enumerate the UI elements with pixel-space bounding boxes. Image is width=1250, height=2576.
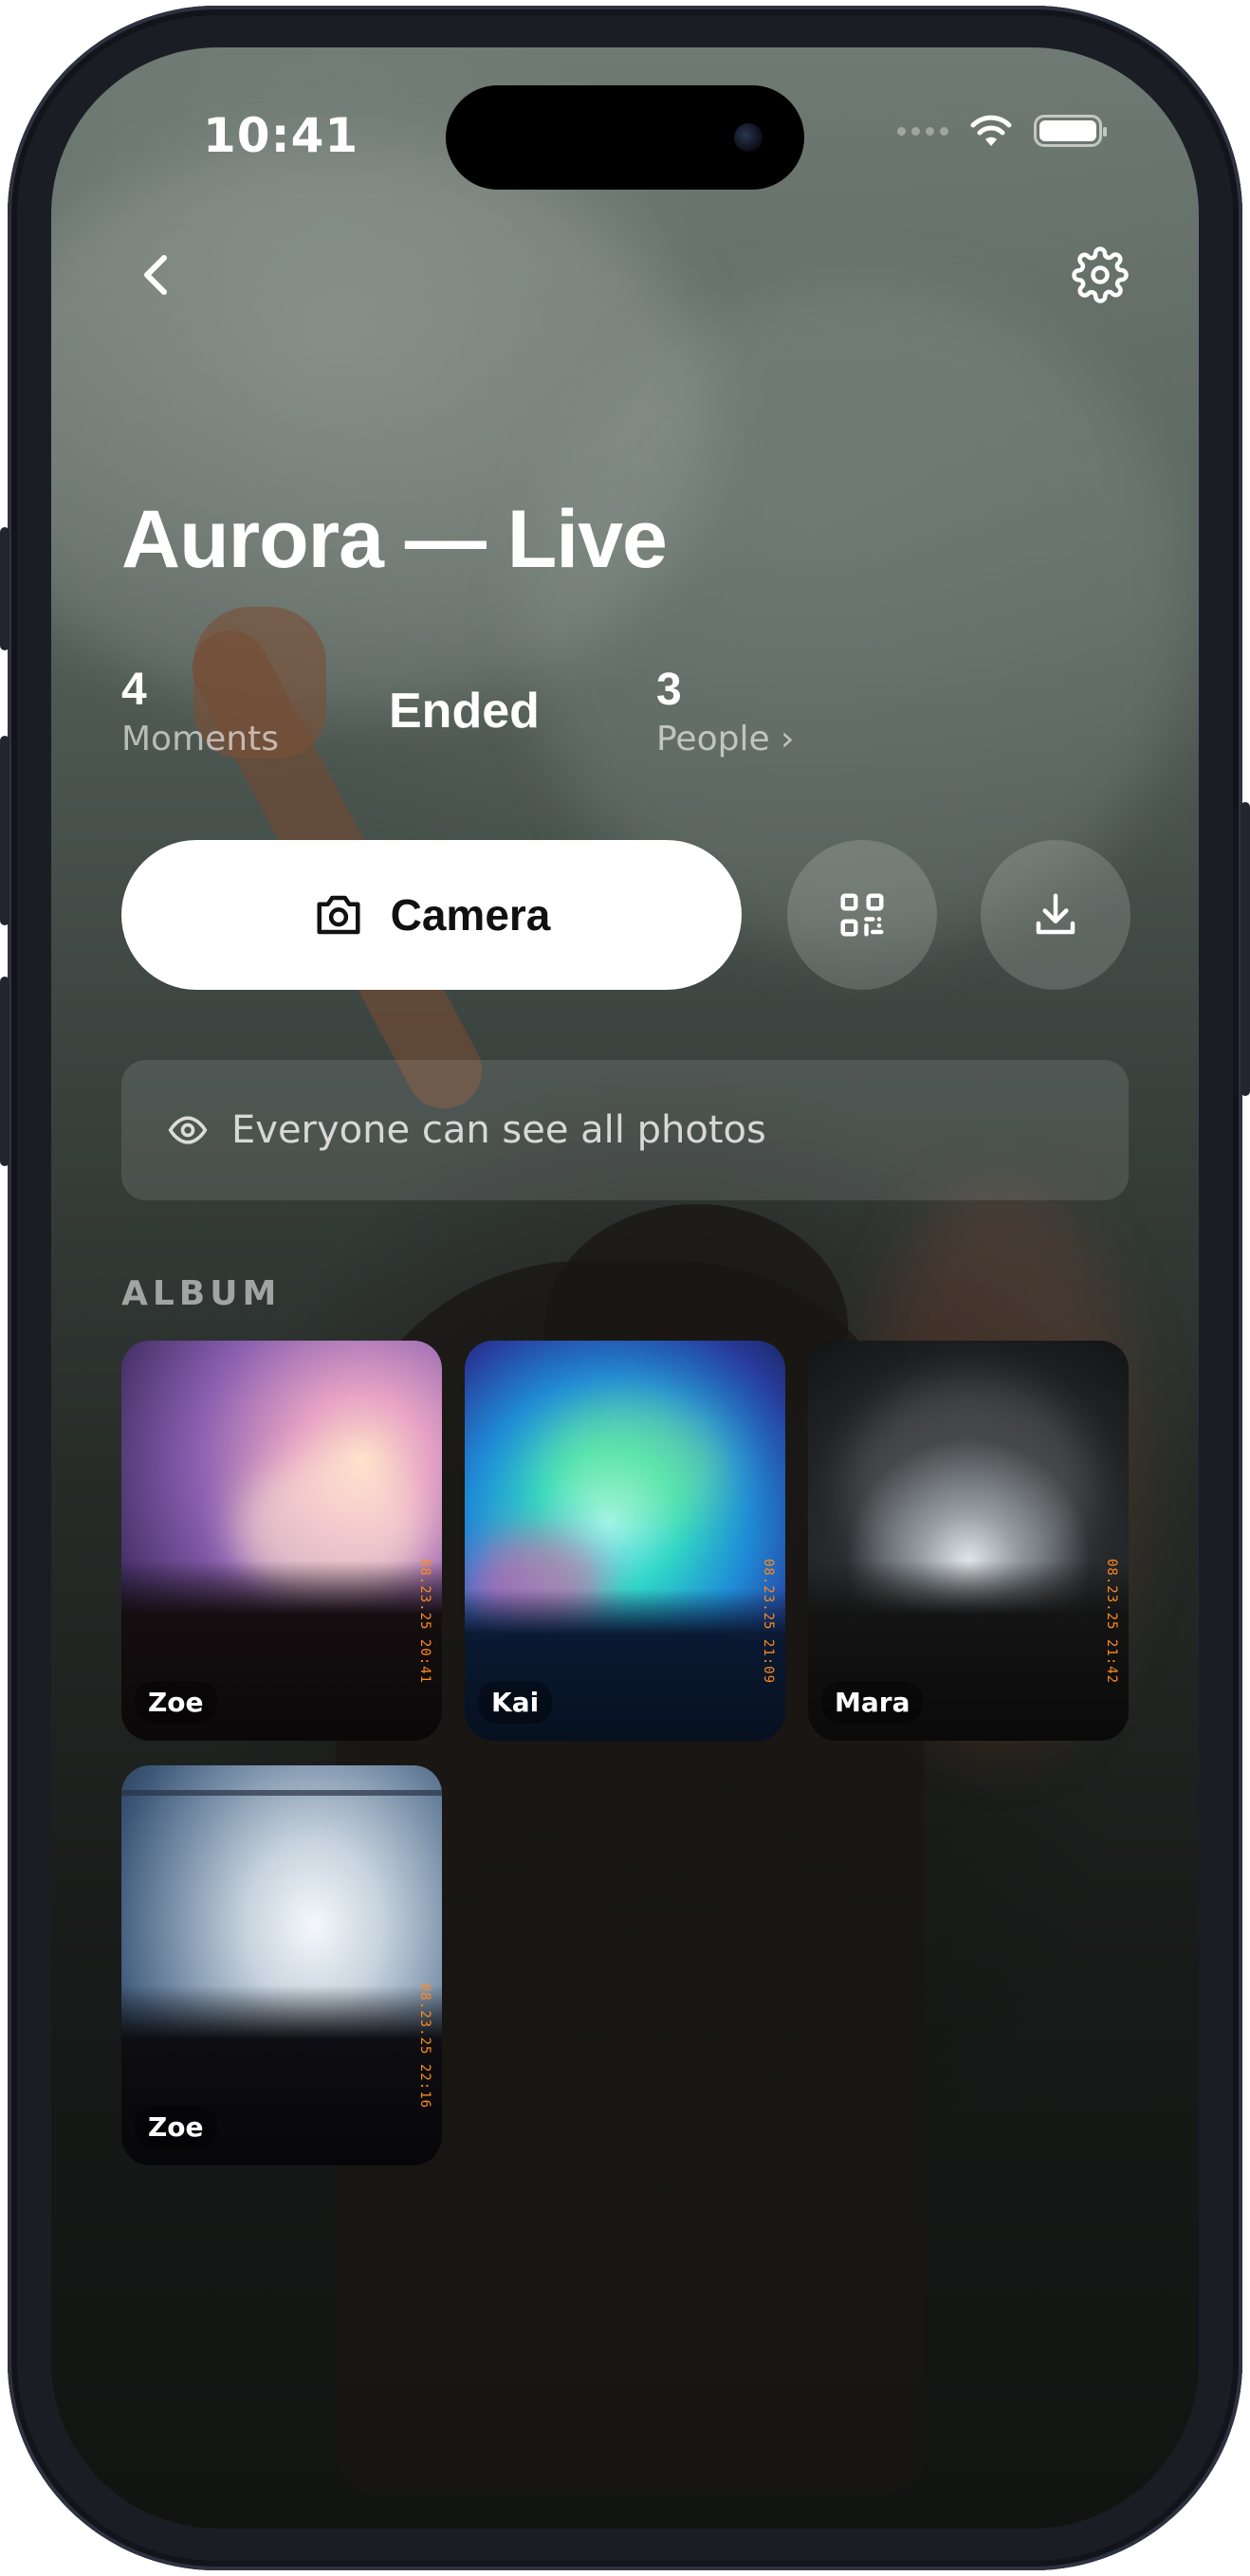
event-status: Ended xyxy=(389,684,540,739)
album-photo[interactable]: 08.23.25 21:09 Kai xyxy=(465,1341,785,1741)
photo-timestamp: 08.23.25 22:16 xyxy=(417,1982,432,2109)
photo-timestamp: 08.23.25 21:09 xyxy=(761,1558,776,1684)
cellular-signal-icon xyxy=(897,126,948,136)
photo-author: Mara xyxy=(821,1681,924,1724)
moments-label: Moments xyxy=(121,720,279,758)
status-time: 10:41 xyxy=(203,108,359,163)
lighting-truss xyxy=(121,1790,442,1796)
photo-timestamp: 08.23.25 20:41 xyxy=(417,1558,432,1684)
eye-icon xyxy=(168,1116,208,1144)
moments-stat: 4 Moments xyxy=(121,664,279,758)
download-button[interactable] xyxy=(981,840,1131,990)
photo-author: Zoe xyxy=(135,1681,217,1724)
photo-author: Zoe xyxy=(135,2106,217,2148)
camera-label: Camera xyxy=(390,890,551,940)
screen: 10:41 Aurora — Live 4 Moments Ended 3 Pe… xyxy=(51,47,1199,2529)
people-count: 3 xyxy=(656,665,682,715)
qr-code-button[interactable] xyxy=(787,840,937,990)
dynamic-island xyxy=(446,85,804,190)
camera-icon xyxy=(317,895,360,935)
event-title: Aurora — Live xyxy=(121,494,668,585)
qr-code-icon xyxy=(840,893,884,937)
front-camera xyxy=(734,123,763,152)
people-stat[interactable]: 3 People › xyxy=(656,664,794,758)
camera-button[interactable]: Camera xyxy=(121,840,742,990)
confetti-haze xyxy=(846,1379,1093,1587)
volume-down-button xyxy=(0,977,9,1166)
stage-light xyxy=(541,1398,730,1530)
album-photo[interactable]: 08.23.25 21:42 Mara xyxy=(808,1341,1129,1741)
download-icon xyxy=(1036,893,1075,935)
action-button xyxy=(0,527,9,650)
album-photo[interactable]: 08.23.25 22:16 Zoe xyxy=(121,1765,442,2165)
visibility-text: Everyone can see all photos xyxy=(231,1108,766,1152)
back-button[interactable] xyxy=(118,237,193,313)
chevron-left-icon xyxy=(144,255,167,295)
wifi-icon xyxy=(970,115,1012,146)
battery-icon xyxy=(1034,115,1107,147)
visibility-setting[interactable]: Everyone can see all photos xyxy=(121,1060,1129,1200)
status-icons xyxy=(897,114,1107,148)
volume-up-button xyxy=(0,736,9,925)
album-section-label: ALBUM xyxy=(121,1274,282,1313)
moments-count: 4 xyxy=(121,665,147,715)
power-button xyxy=(1241,802,1250,1096)
gear-icon xyxy=(1072,247,1129,303)
people-link[interactable]: People › xyxy=(656,720,794,758)
album-photo[interactable]: 08.23.25 20:41 Zoe xyxy=(121,1341,442,1741)
photo-author: Kai xyxy=(478,1681,553,1724)
photo-timestamp: 08.23.25 21:42 xyxy=(1104,1558,1119,1684)
settings-button[interactable] xyxy=(1062,237,1138,313)
